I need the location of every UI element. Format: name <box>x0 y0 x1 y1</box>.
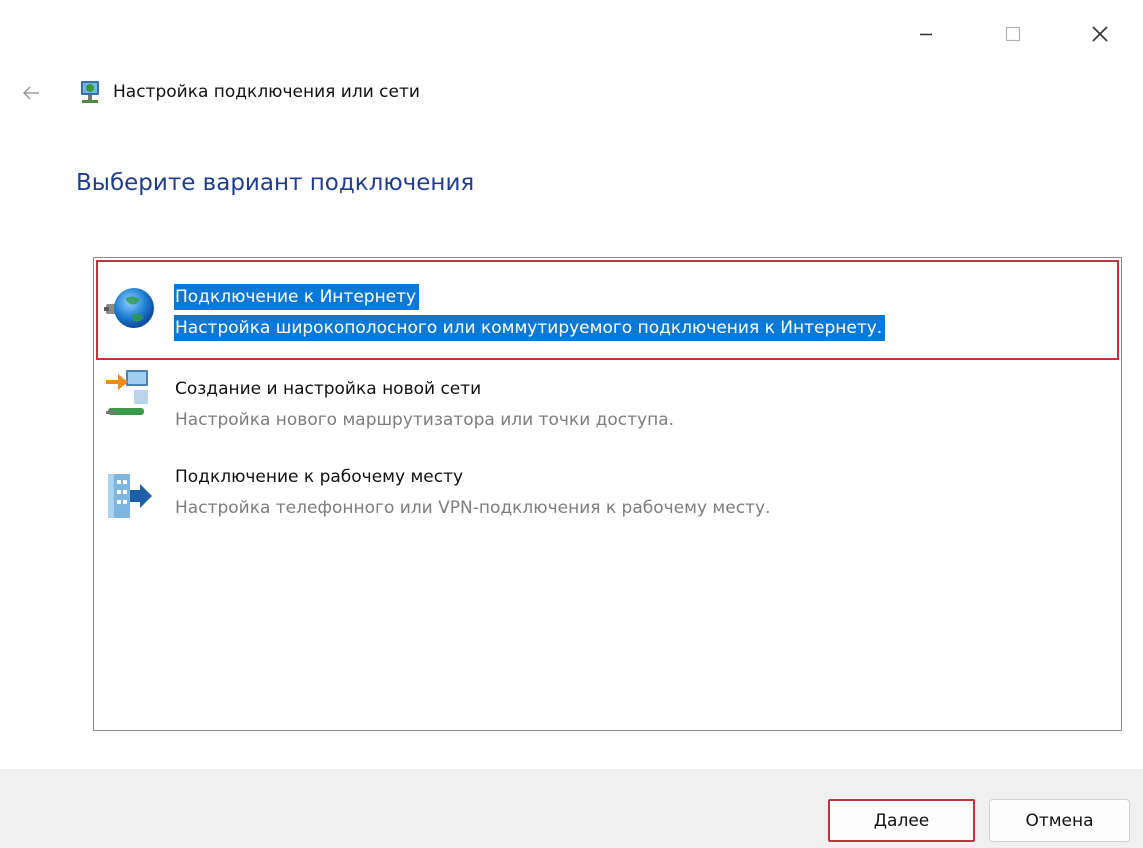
option-title: Создание и настройка новой сети <box>175 379 482 399</box>
back-button[interactable] <box>16 80 46 106</box>
page-heading: Выберите вариант подключения <box>76 170 475 196</box>
maximize-button[interactable] <box>969 14 1056 54</box>
option-internet-connection[interactable]: Подключение к Интернету Настройка широко… <box>96 260 1119 360</box>
option-description: Настройка широкополосного или коммутируе… <box>174 315 886 341</box>
close-button[interactable] <box>1056 14 1143 54</box>
back-arrow-icon <box>22 86 39 100</box>
connection-options-list: Подключение к Интернету Настройка широко… <box>93 257 1122 731</box>
new-network-icon <box>106 370 148 415</box>
maximize-icon <box>1005 26 1020 42</box>
next-button[interactable]: Далее <box>828 799 975 842</box>
minimize-button[interactable] <box>882 14 969 54</box>
cancel-button[interactable]: Отмена <box>989 799 1130 842</box>
minimize-icon <box>919 33 932 36</box>
close-icon <box>1091 26 1108 42</box>
network-setup-icon <box>81 81 99 103</box>
workplace-connection-icon <box>108 474 152 518</box>
option-title: Подключение к рабочему месту <box>175 467 464 487</box>
option-new-network[interactable]: Создание и настройка новой сети Настройк… <box>96 362 1119 462</box>
option-workplace-connection[interactable]: Подключение к рабочему месту Настройка т… <box>96 450 1119 550</box>
wizard-title: Настройка подключения или сети <box>113 82 420 102</box>
option-description: Настройка нового маршрутизатора или точк… <box>175 410 675 430</box>
dialog-footer: Далее Отмена <box>0 769 1143 848</box>
window-controls <box>882 14 1143 54</box>
globe-internet-icon <box>104 288 154 328</box>
option-description: Настройка телефонного или VPN-подключени… <box>175 498 771 518</box>
option-title: Подключение к Интернету <box>174 284 420 310</box>
